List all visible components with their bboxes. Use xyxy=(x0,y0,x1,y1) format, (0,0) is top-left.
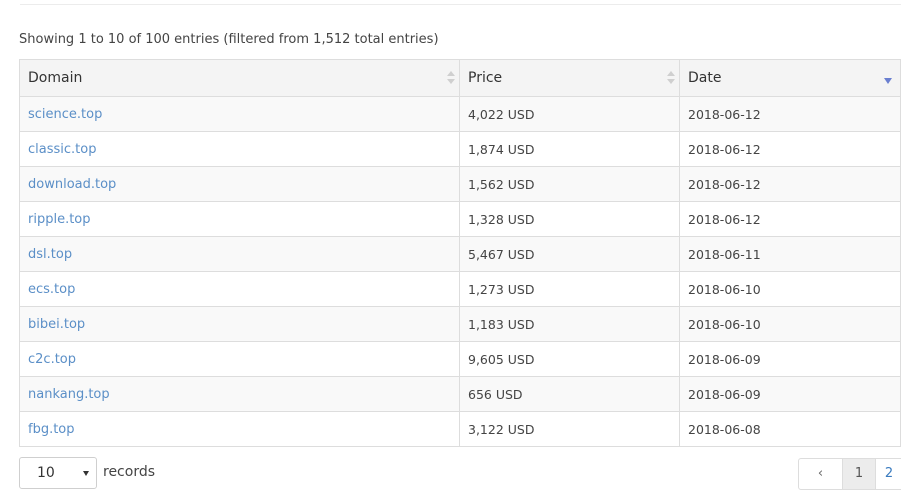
cell-date: 2018-06-10 xyxy=(679,271,901,307)
page-button-2[interactable]: 2 xyxy=(876,459,901,489)
cell-price: 9,605 USD xyxy=(459,341,680,377)
top-divider xyxy=(20,4,901,5)
column-header-domain[interactable]: Domain xyxy=(19,59,460,97)
table-row: bibei.top 1,183 USD 2018-06-10 xyxy=(19,306,901,342)
cell-domain: science.top xyxy=(19,96,460,132)
prev-page-button[interactable]: ‹ xyxy=(799,459,843,489)
table-row: classic.top 1,874 USD 2018-06-12 xyxy=(19,131,901,167)
page-size-select[interactable]: 10 xyxy=(19,457,97,489)
cell-price: 3,122 USD xyxy=(459,411,680,447)
cell-domain: bibei.top xyxy=(19,306,460,342)
cell-date: 2018-06-12 xyxy=(679,131,901,167)
sort-both-icon xyxy=(667,71,675,85)
cell-date: 2018-06-12 xyxy=(679,201,901,237)
cell-price: 1,183 USD xyxy=(459,306,680,342)
domain-link[interactable]: science.top xyxy=(28,107,102,122)
cell-date: 2018-06-10 xyxy=(679,306,901,342)
table-header-row: Domain Price Date xyxy=(19,59,901,97)
column-header-price[interactable]: Price xyxy=(459,59,680,97)
pagination: ‹ 1 2 xyxy=(798,458,901,490)
page-size-value: 10 xyxy=(37,465,55,481)
cell-price: 4,022 USD xyxy=(459,96,680,132)
cell-price: 1,273 USD xyxy=(459,271,680,307)
column-header-label: Domain xyxy=(28,70,83,86)
page-button-current[interactable]: 1 xyxy=(843,459,876,489)
table-row: nankang.top 656 USD 2018-06-09 xyxy=(19,376,901,412)
cell-price: 1,328 USD xyxy=(459,201,680,237)
domains-table: Domain Price Date science.top 4,022 USD … xyxy=(19,59,901,447)
domain-link[interactable]: bibei.top xyxy=(28,317,85,332)
cell-domain: download.top xyxy=(19,166,460,202)
column-header-label: Date xyxy=(688,70,722,86)
sort-both-icon xyxy=(447,71,455,85)
cell-date: 2018-06-12 xyxy=(679,96,901,132)
table-row: fbg.top 3,122 USD 2018-06-08 xyxy=(19,411,901,447)
table-row: ecs.top 1,273 USD 2018-06-10 xyxy=(19,271,901,307)
cell-price: 5,467 USD xyxy=(459,236,680,272)
records-label: records xyxy=(103,464,156,480)
cell-domain: fbg.top xyxy=(19,411,460,447)
cell-domain: ripple.top xyxy=(19,201,460,237)
cell-domain: classic.top xyxy=(19,131,460,167)
domain-link[interactable]: ecs.top xyxy=(28,282,75,297)
cell-domain: ecs.top xyxy=(19,271,460,307)
column-header-label: Price xyxy=(468,70,503,86)
cell-domain: c2c.top xyxy=(19,341,460,377)
cell-date: 2018-06-09 xyxy=(679,376,901,412)
table-row: ripple.top 1,328 USD 2018-06-12 xyxy=(19,201,901,237)
cell-price: 656 USD xyxy=(459,376,680,412)
cell-date: 2018-06-08 xyxy=(679,411,901,447)
table-row: dsl.top 5,467 USD 2018-06-11 xyxy=(19,236,901,272)
sort-desc-icon xyxy=(884,78,892,84)
domain-link[interactable]: dsl.top xyxy=(28,247,72,262)
cell-date: 2018-06-09 xyxy=(679,341,901,377)
domain-link[interactable]: nankang.top xyxy=(28,387,110,402)
cell-domain: dsl.top xyxy=(19,236,460,272)
table-row: download.top 1,562 USD 2018-06-12 xyxy=(19,166,901,202)
domain-link[interactable]: fbg.top xyxy=(28,422,75,437)
domain-link[interactable]: c2c.top xyxy=(28,352,76,367)
cell-price: 1,562 USD xyxy=(459,166,680,202)
cell-price: 1,874 USD xyxy=(459,131,680,167)
entries-info: Showing 1 to 10 of 100 entries (filtered… xyxy=(19,32,439,47)
domain-link[interactable]: ripple.top xyxy=(28,212,91,227)
chevron-down-icon xyxy=(83,471,89,476)
cell-domain: nankang.top xyxy=(19,376,460,412)
domain-link[interactable]: classic.top xyxy=(28,142,96,157)
cell-date: 2018-06-11 xyxy=(679,236,901,272)
column-header-date[interactable]: Date xyxy=(679,59,901,97)
cell-date: 2018-06-12 xyxy=(679,166,901,202)
table-row: science.top 4,022 USD 2018-06-12 xyxy=(19,96,901,132)
table-row: c2c.top 9,605 USD 2018-06-09 xyxy=(19,341,901,377)
domain-link[interactable]: download.top xyxy=(28,177,116,192)
